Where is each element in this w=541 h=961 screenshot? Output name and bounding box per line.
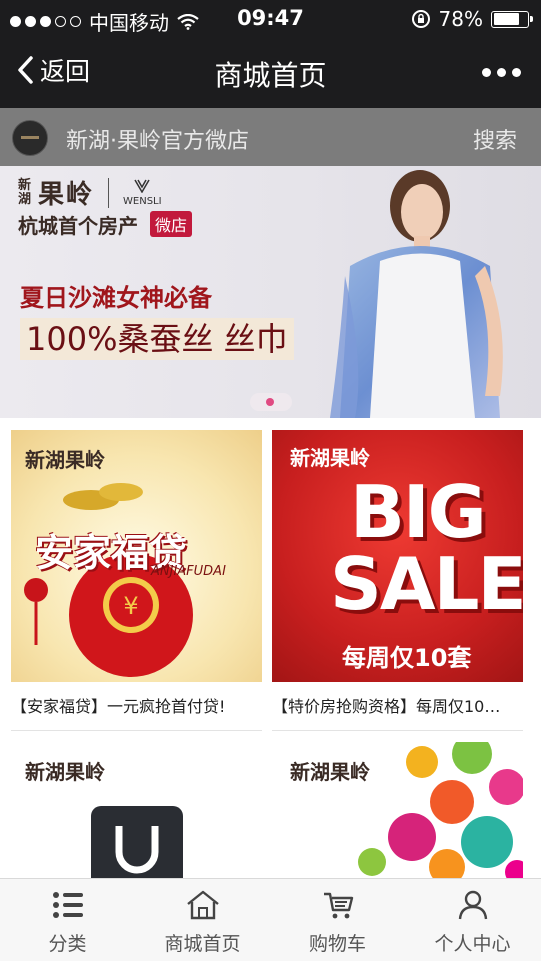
tab-profile[interactable]: 个人中心	[405, 879, 540, 961]
home-icon	[186, 890, 219, 920]
product-image-sub: ANJIAFUDAI	[151, 564, 226, 579]
status-bar: 中国移动 09:47 78%	[0, 0, 541, 38]
banner-subline: 100%桑蚕丝 丝巾	[20, 318, 294, 360]
product-card[interactable]: 新湖果岭 ¥ 安家福贷 ANJIAFUDAI 【安家福贷】一元疯抢首付贷!	[11, 430, 262, 717]
orientation-lock-icon	[411, 10, 430, 28]
row-divider	[272, 730, 523, 731]
nav-bar: 返回 商城首页	[0, 38, 541, 108]
bottom-tab-bar: 分类 商城首页 购物车 个人中心	[0, 878, 541, 961]
colorful-graphic	[358, 742, 523, 878]
product-caption[interactable]: 【特价房抢购资格】每周仅10…	[272, 693, 523, 717]
banner-line1: 杭城首个房产	[18, 214, 138, 238]
partner-name: WENSLI	[123, 195, 162, 207]
tab-label: 商城首页	[164, 933, 241, 955]
store-name: 新湖·果岭官方微店	[66, 129, 249, 154]
product-card[interactable]: 新湖果岭	[272, 742, 523, 878]
battery-percent: 78%	[438, 7, 483, 31]
uber-logo-icon	[91, 806, 183, 878]
banner-tag: 微店	[150, 211, 193, 237]
search-button[interactable]: 搜索	[473, 123, 517, 155]
product-image: 新湖果岭	[11, 742, 262, 878]
user-icon	[458, 890, 487, 920]
tab-cart[interactable]: 购物车	[270, 879, 405, 961]
product-card[interactable]: 新湖果岭 BIG SALE 每周仅10套 【特价房抢购资格】每周仅10…	[272, 430, 523, 717]
tab-home[interactable]: 商城首页	[135, 879, 270, 961]
row-divider	[11, 730, 262, 731]
store-header: 新湖·果岭官方微店 搜索	[0, 108, 541, 166]
battery-icon	[491, 10, 533, 28]
svg-text:¥: ¥	[123, 592, 138, 620]
partner-logo: WENSLI	[123, 179, 162, 207]
cart-icon	[323, 892, 353, 919]
banner-brand: 新湖 果岭 WENSLI	[18, 174, 162, 211]
brand-small: 新湖	[18, 177, 32, 207]
product-caption[interactable]: 【安家福贷】一元疯抢首付贷!	[11, 693, 262, 717]
product-card[interactable]: 新湖果岭	[11, 742, 262, 878]
tab-label: 个人中心	[434, 933, 511, 955]
list-icon	[52, 892, 83, 918]
model-photo	[330, 170, 503, 418]
page-title: 商城首页	[214, 59, 327, 92]
store-logo[interactable]	[12, 120, 48, 156]
more-menu-button[interactable]	[482, 68, 521, 77]
promo-banner[interactable]: 新湖 果岭 WENSLI 杭城首个房产 微店 夏日沙滩女神必备 100%桑蚕丝 …	[0, 166, 541, 418]
product-grid: 新湖果岭 ¥ 安家福贷 ANJIAFUDAI 【安家福贷】一元疯抢首付贷! 新湖…	[0, 418, 541, 878]
product-image: 新湖果岭 BIG SALE 每周仅10套	[272, 430, 523, 682]
product-image: 新湖果岭 ¥ 安家福贷 ANJIAFUDAI	[11, 430, 262, 682]
product-logo: 新湖果岭	[290, 446, 370, 470]
carousel-indicator[interactable]	[250, 393, 292, 411]
product-image: 新湖果岭	[272, 742, 523, 878]
tab-label: 分类	[48, 933, 87, 955]
tab-label: 购物车	[308, 933, 366, 955]
status-right: 78%	[411, 7, 533, 31]
sale-text: SALE	[330, 542, 523, 626]
brand-big: 果岭	[38, 180, 95, 210]
product-image-sub: 每周仅10套	[342, 644, 472, 672]
tab-category[interactable]: 分类	[0, 879, 135, 961]
banner-headline: 夏日沙滩女神必备	[20, 284, 212, 312]
product-logo: 新湖果岭	[25, 760, 105, 784]
